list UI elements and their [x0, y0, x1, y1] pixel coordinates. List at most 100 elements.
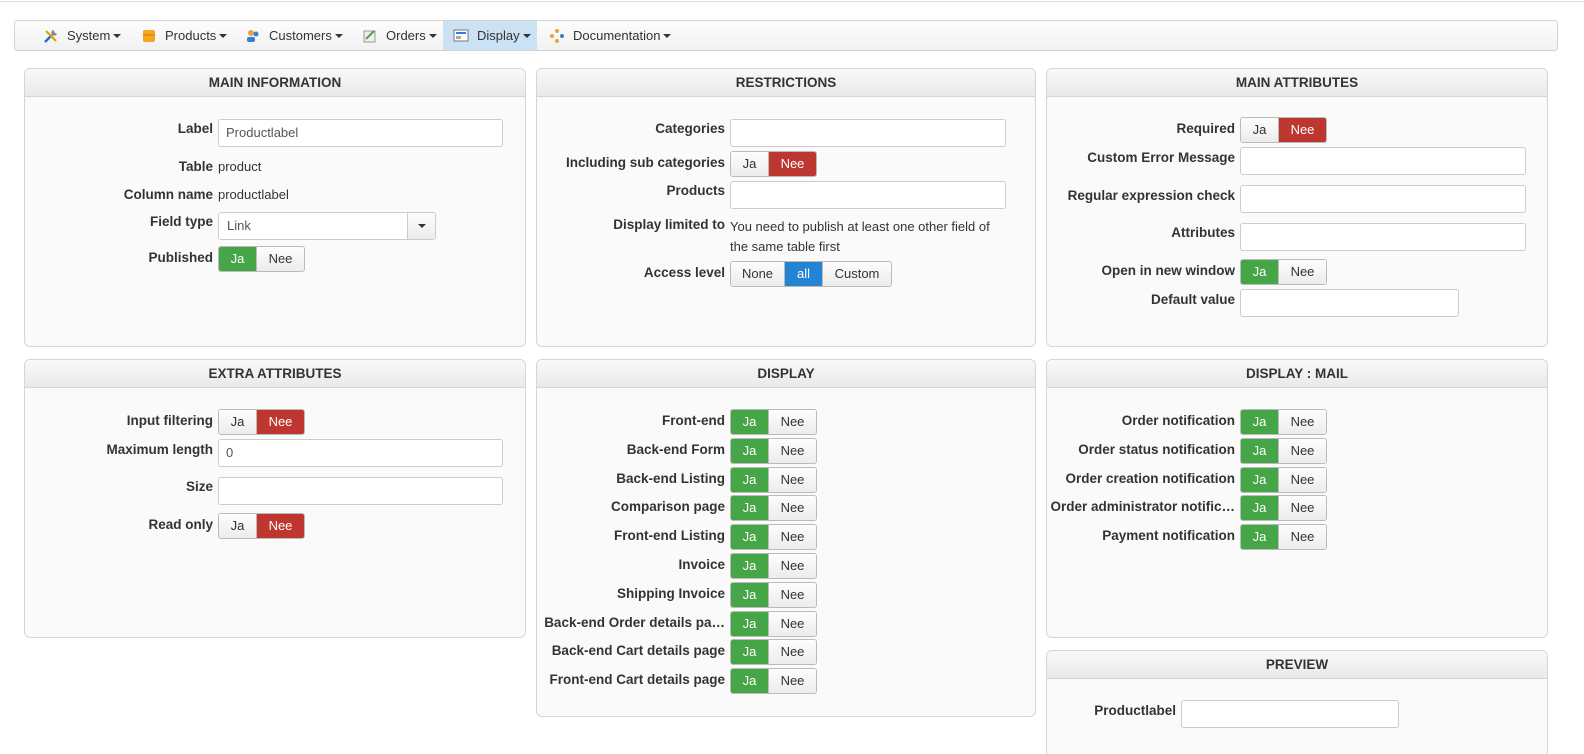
mail-row-no[interactable]: Nee — [1279, 438, 1326, 463]
label-input[interactable]: Productlabel — [218, 119, 503, 147]
attributes-input[interactable] — [1240, 223, 1526, 251]
mail-row-no[interactable]: Nee — [1279, 496, 1326, 521]
panel-main-information: MAIN INFORMATION Label Productlabel Tabl… — [24, 68, 526, 347]
field-type-dropdown-button[interactable] — [407, 213, 435, 239]
panel-main-attributes: MAIN ATTRIBUTES Required Ja Nee Custom E… — [1046, 68, 1548, 347]
mail-row-no[interactable]: Nee — [1279, 525, 1326, 550]
menu-bar: System Products Customers Orders Display… — [14, 20, 1558, 51]
display-row-no[interactable]: Nee — [769, 669, 816, 694]
display-row-yes[interactable]: Ja — [731, 410, 769, 434]
display-row-no[interactable]: Nee — [769, 496, 816, 521]
regex-input[interactable] — [1240, 185, 1526, 213]
preview-field-input[interactable] — [1181, 700, 1399, 728]
new-window-no[interactable]: Nee — [1279, 260, 1326, 284]
display-row-label: Back-end Form — [626, 441, 725, 457]
mail-row-toggle: Ja Nee — [1240, 437, 1327, 464]
display-row-yes[interactable]: Ja — [731, 640, 769, 665]
custom-error-input[interactable] — [1240, 147, 1526, 175]
read-only-no[interactable]: Nee — [257, 514, 304, 538]
display-limited-text-line-1: You need to publish at least one other f… — [730, 219, 990, 234]
display-row-no[interactable]: Nee — [769, 554, 816, 578]
display-row-toggle: Ja Nee — [730, 524, 817, 551]
display-row-yes[interactable]: Ja — [731, 554, 769, 578]
display-row-label: Back-end Listing — [616, 470, 725, 486]
required-yes[interactable]: Ja — [1241, 118, 1279, 142]
display-row-yes[interactable]: Ja — [731, 669, 769, 694]
mail-row-yes[interactable]: Ja — [1241, 438, 1279, 463]
chevron-down-icon — [219, 33, 228, 38]
display-row-no[interactable]: Nee — [769, 582, 816, 607]
size-input[interactable] — [218, 477, 503, 505]
display-row-label: Shipping Invoice — [616, 585, 725, 601]
display-row-no[interactable]: Nee — [769, 640, 816, 665]
required-label: Required — [1176, 121, 1235, 136]
field-type-label: Field type — [149, 214, 213, 229]
sub-categories-yes[interactable]: Ja — [731, 152, 769, 176]
access-level-toggle: None all Custom — [730, 261, 892, 287]
display-row-toggle: Ja Nee — [730, 466, 817, 493]
mail-row-yes[interactable]: Ja — [1241, 410, 1279, 434]
menu-orders[interactable]: Orders — [352, 21, 447, 50]
display-row-no[interactable]: Nee — [769, 467, 816, 492]
published-yes[interactable]: Ja — [219, 247, 257, 271]
required-no[interactable]: Nee — [1279, 118, 1326, 142]
mail-row-toggle: Ja Nee — [1240, 409, 1327, 435]
maximum-length-input[interactable]: 0 — [218, 439, 503, 467]
display-row-no[interactable]: Nee — [769, 525, 816, 550]
default-value-input[interactable] — [1240, 289, 1459, 317]
menu-customers[interactable]: Customers — [235, 21, 353, 50]
read-only-yes[interactable]: Ja — [219, 514, 257, 538]
access-all[interactable]: all — [785, 262, 823, 286]
display-row-toggle: Ja Nee — [730, 581, 817, 608]
menu-documentation[interactable]: Documentation — [539, 21, 681, 50]
display-row-no[interactable]: Nee — [769, 410, 816, 434]
menu-display[interactable]: Display — [443, 21, 537, 50]
display-row-yes[interactable]: Ja — [731, 467, 769, 492]
doc-icon — [549, 28, 565, 44]
mail-row-toggle: Ja Nee — [1240, 495, 1327, 522]
read-only-label: Read only — [148, 517, 213, 532]
new-window-yes[interactable]: Ja — [1241, 260, 1279, 284]
products-input[interactable] — [730, 181, 1006, 209]
display-row-yes[interactable]: Ja — [731, 611, 769, 636]
input-filtering-no[interactable]: Nee — [257, 410, 304, 434]
mail-row-label: Payment notification — [1102, 528, 1235, 544]
mail-row-toggle: Ja Nee — [1240, 524, 1327, 551]
display-row-yes[interactable]: Ja — [731, 496, 769, 521]
display-row-toggle: Ja Nee — [730, 639, 817, 666]
menu-products[interactable]: Products — [131, 21, 237, 50]
label-label: Label — [177, 121, 213, 136]
access-custom[interactable]: Custom — [823, 262, 891, 286]
display-row-yes[interactable]: Ja — [731, 525, 769, 550]
mail-row-yes[interactable]: Ja — [1241, 496, 1279, 521]
categories-input[interactable] — [730, 119, 1006, 147]
display-row-label: Back-end Cart details page — [551, 643, 725, 659]
panel-preview: PREVIEW Productlabel — [1046, 650, 1548, 754]
published-no[interactable]: Nee — [257, 247, 304, 271]
mail-row-label: Order status notification — [1078, 441, 1235, 457]
menu-system[interactable]: System — [33, 21, 131, 50]
field-type-select[interactable]: Link — [218, 212, 436, 240]
read-only-toggle: Ja Nee — [218, 513, 305, 539]
sub-categories-label: Including sub categories — [565, 155, 725, 170]
regex-label: Regular expression check — [1067, 188, 1235, 203]
mail-row-no[interactable]: Nee — [1279, 410, 1326, 434]
display-row-yes[interactable]: Ja — [731, 582, 769, 607]
menu-customers-label: Customers — [269, 28, 332, 43]
panel-title: PREVIEW — [1047, 651, 1547, 679]
display-row-no[interactable]: Nee — [769, 438, 816, 463]
mail-row-no[interactable]: Nee — [1279, 467, 1326, 492]
chevron-down-icon — [663, 33, 672, 38]
display-row-no[interactable]: Nee — [769, 611, 816, 636]
mail-row-yes[interactable]: Ja — [1241, 525, 1279, 550]
display-row-toggle: Ja Nee — [730, 668, 817, 695]
mail-row-yes[interactable]: Ja — [1241, 467, 1279, 492]
input-filtering-yes[interactable]: Ja — [219, 410, 257, 434]
sub-categories-no[interactable]: Nee — [769, 152, 816, 176]
custom-error-label: Custom Error Message — [1087, 150, 1235, 165]
access-none[interactable]: None — [731, 262, 785, 286]
menu-display-label: Display — [477, 28, 520, 43]
panel-title: MAIN INFORMATION — [25, 69, 525, 97]
display-row-yes[interactable]: Ja — [731, 438, 769, 463]
chevron-down-icon — [428, 33, 437, 38]
